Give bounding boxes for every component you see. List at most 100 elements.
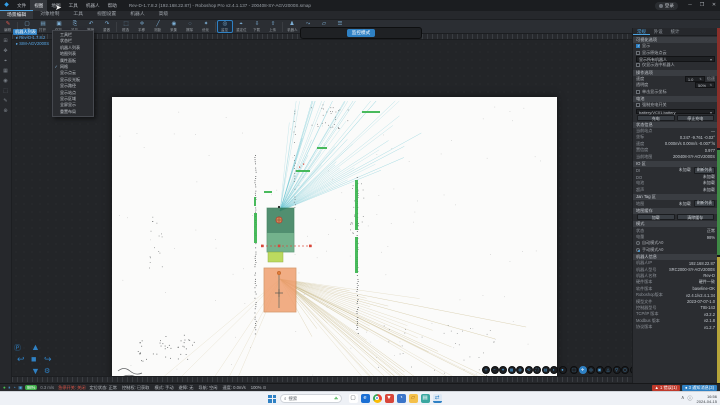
view-button-7[interactable]: ▤ bbox=[542, 366, 550, 374]
panel-button-停止充电[interactable]: 停止充电 bbox=[677, 115, 715, 121]
view-button-1[interactable]: − bbox=[491, 366, 499, 374]
error-badge[interactable]: ▲ 1 错误(1) bbox=[652, 385, 680, 391]
checkbox[interactable] bbox=[636, 51, 640, 55]
toolbar-button-优化[interactable]: ✦优化 bbox=[198, 20, 214, 33]
view-button-6[interactable]: ⛶ bbox=[533, 366, 541, 374]
panel-button-加载[interactable]: 加载 bbox=[637, 214, 675, 220]
panel-button-充电[interactable]: 充电 bbox=[637, 115, 675, 121]
record-tool-icon[interactable]: ◉ bbox=[3, 77, 7, 87]
panel-tab-外设[interactable]: 外设 bbox=[650, 28, 667, 35]
maximize-button[interactable]: ❐ bbox=[696, 0, 708, 11]
toolbar-button-重定位[interactable]: ⌖重定位 bbox=[233, 20, 249, 33]
toolbar-button-监控[interactable]: ◎监控 bbox=[217, 20, 233, 33]
dropdown-select[interactable]: battery/VC01.battery▾ bbox=[636, 109, 715, 115]
toolbar-button-平移[interactable]: ✛平移 bbox=[134, 20, 150, 33]
add-tool-icon[interactable]: ⊕ bbox=[3, 107, 7, 117]
view-button-11[interactable]: ✛ bbox=[579, 366, 587, 374]
panel-row: DI未加载刷新列表 bbox=[633, 167, 718, 174]
view-button-10[interactable]: ⬚ bbox=[570, 366, 578, 374]
minimize-button[interactable]: ─ bbox=[684, 0, 696, 11]
obs-app-icon[interactable]: ◔ bbox=[397, 394, 406, 403]
dropdown-select[interactable]: 显示所有机器人▾ bbox=[636, 56, 715, 62]
view-button-5[interactable]: ⟲ bbox=[525, 366, 533, 374]
ribbon-tab-2[interactable]: 工具 bbox=[66, 10, 90, 19]
toolbar-button-测距[interactable]: ╱测距 bbox=[150, 20, 166, 33]
locate-tool-icon[interactable]: ⌖ bbox=[4, 57, 7, 67]
tray-chevron-icon[interactable]: ∧ bbox=[681, 395, 685, 402]
toolbar-button-上传[interactable]: ⇧上传 bbox=[265, 20, 281, 33]
panel-tabs: 常规外设统计 bbox=[633, 28, 718, 36]
view-button-8[interactable]: ◐ bbox=[550, 366, 558, 374]
ribbon-tab-0[interactable]: 场景编辑 bbox=[0, 10, 33, 19]
view-button-12[interactable]: ◎ bbox=[587, 366, 595, 374]
monitor-mode-button[interactable]: 监控模式 bbox=[347, 29, 375, 37]
ribbon-tab-4[interactable]: 机器人 bbox=[123, 10, 151, 19]
toolbar-label: 测距 bbox=[155, 28, 162, 32]
toolbar-button-机器人[interactable]: ♟机器人 bbox=[284, 20, 300, 33]
view-button-13[interactable]: ▣ bbox=[596, 366, 604, 374]
toolbar-button-框选[interactable]: ⬚框选 bbox=[118, 20, 134, 33]
move-tool-icon[interactable]: ✥ bbox=[3, 47, 7, 57]
roboshop-app-icon[interactable]: ⇄ bbox=[433, 394, 442, 403]
view-button-14[interactable]: △ bbox=[604, 366, 612, 374]
panel-button-清除缓存[interactable]: 清除缓存 bbox=[677, 214, 715, 220]
pan-icon: ✛ bbox=[140, 21, 145, 27]
notification-badge[interactable]: ● 3 通知消息(3) bbox=[682, 385, 717, 391]
taskbar-search[interactable]: ⌕ 搜索 ☘ bbox=[280, 394, 342, 403]
notification-icon[interactable]: ⓘ bbox=[688, 395, 693, 402]
grid-tool-icon[interactable]: ⊞ bbox=[3, 37, 7, 47]
panel-tab-统计[interactable]: 统计 bbox=[667, 28, 684, 35]
chrome-browser-icon[interactable] bbox=[373, 394, 382, 403]
ribbon-tab-3[interactable]: 视图设置 bbox=[90, 10, 123, 19]
draw-tool-icon[interactable]: ✎ bbox=[3, 97, 7, 107]
panel-tab-常规[interactable]: 常规 bbox=[633, 28, 650, 35]
view-button-16[interactable]: ◻ bbox=[621, 366, 629, 374]
start-button[interactable] bbox=[268, 395, 276, 403]
user-login-pill[interactable]: 登录 bbox=[655, 2, 678, 10]
checkbox[interactable] bbox=[636, 103, 640, 107]
checkbox[interactable] bbox=[636, 44, 640, 48]
file-explorer-icon[interactable]: ▱ bbox=[409, 394, 418, 403]
number-stepper[interactable]: 50%⇅ bbox=[695, 82, 715, 88]
panel-button-刷新列表[interactable]: 刷新列表 bbox=[694, 200, 715, 207]
taskbar-clock[interactable]: 16:56 2024-04-15 bbox=[697, 394, 717, 404]
view-button-2[interactable]: ⌖ bbox=[499, 366, 507, 374]
view-button-9[interactable]: ● bbox=[559, 366, 567, 374]
checkbox[interactable] bbox=[636, 63, 640, 67]
number-stepper[interactable]: 1.0⇅ bbox=[685, 76, 705, 82]
kv-key: 模型文件 bbox=[636, 299, 652, 305]
kv-value: 0.000m/s 0.00m/s -0.007°/s bbox=[665, 141, 715, 146]
dpad-right-button[interactable]: ↪ bbox=[44, 354, 52, 365]
view-button-3[interactable]: ▦ bbox=[508, 366, 516, 374]
dpad-settings-button[interactable]: ⚙ bbox=[44, 367, 50, 375]
dpad-stop-button[interactable]: ■ bbox=[31, 354, 36, 364]
dpad-up-button[interactable]: ▲ bbox=[31, 342, 40, 352]
menu-item-12[interactable]: 重置布局 bbox=[53, 109, 93, 115]
task-view-icon[interactable]: ▢ bbox=[349, 394, 358, 403]
checkbox[interactable] bbox=[636, 90, 640, 94]
edge-browser-icon[interactable]: e bbox=[361, 394, 370, 403]
dpad-down-button[interactable]: ▼ bbox=[31, 366, 40, 376]
toolbar-label: 监控 bbox=[222, 28, 229, 32]
toolbar-button-采集[interactable]: ◉采集 bbox=[166, 20, 182, 33]
layers-tool-icon[interactable]: ▦ bbox=[3, 67, 8, 77]
panel-row: 当前地图200408-SY-AGV2000S bbox=[633, 153, 718, 159]
map-document[interactable] bbox=[112, 97, 557, 376]
radio-button[interactable] bbox=[636, 248, 640, 252]
notes-app-icon[interactable]: ▤ bbox=[421, 394, 430, 403]
radio-button[interactable] bbox=[636, 241, 640, 245]
view-button-4[interactable]: ◍ bbox=[516, 366, 524, 374]
select-tool-icon[interactable]: ⬚ bbox=[3, 87, 8, 97]
dpad-left-button[interactable]: ↩ bbox=[17, 354, 25, 365]
ribbon-tab-5[interactable]: 高级 bbox=[152, 10, 176, 19]
view-button-15[interactable]: ▽ bbox=[613, 366, 621, 374]
park-button[interactable]: Ⓟ bbox=[14, 343, 21, 353]
view-button-0[interactable]: ＋ bbox=[482, 366, 490, 374]
close-button[interactable]: ✕ bbox=[708, 0, 720, 11]
toolbar-button-擦除[interactable]: ◌擦除 bbox=[182, 20, 198, 33]
panel-button-刷新列表[interactable]: 刷新列表 bbox=[694, 167, 715, 174]
store-app-icon[interactable]: ▼ bbox=[385, 394, 394, 403]
map-canvas-area[interactable] bbox=[12, 40, 632, 376]
toolbar-button-重做[interactable]: ↷重做 bbox=[99, 20, 115, 33]
toolbar-button-下载[interactable]: ⇩下载 bbox=[249, 20, 265, 33]
